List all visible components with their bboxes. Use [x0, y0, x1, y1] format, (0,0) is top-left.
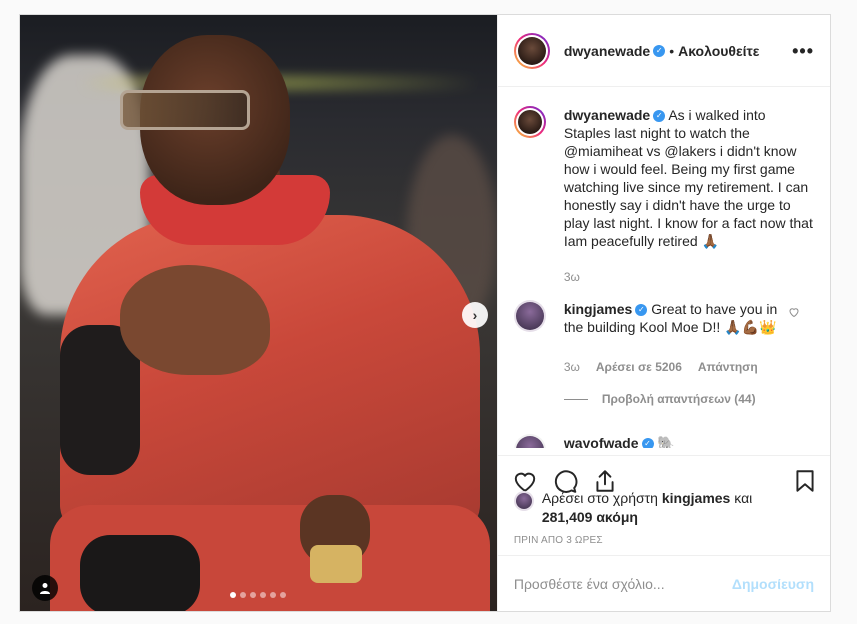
author-username[interactable]: dwyanewade: [564, 43, 650, 59]
post-header: dwyanewade ✓ • Ακολουθείτε •••: [497, 15, 830, 87]
header-text: dwyanewade ✓ • Ακολουθείτε: [564, 43, 760, 59]
caption: dwyanewade ✓ As i walked into Staples las…: [514, 106, 814, 286]
divider: [563, 398, 588, 400]
carousel-dot: [260, 592, 267, 598]
photo-shape: [80, 535, 200, 611]
reply-button[interactable]: Απάντηση: [698, 358, 758, 376]
caption-text: As i walked into Staples last night to w…: [563, 107, 813, 249]
photo-shape: [120, 90, 250, 130]
verified-icon: ✓: [635, 304, 648, 317]
verified-icon: ✓: [653, 110, 666, 123]
view-replies-label: Προβολή απαντήσεων (44): [601, 392, 756, 406]
post-photo[interactable]: ›: [20, 15, 497, 611]
carousel-indicator: [20, 592, 497, 598]
likes-prefix: Αρέσει στο χρήστη: [541, 490, 658, 506]
comment-time[interactable]: 3ω: [564, 358, 580, 376]
comment-item: kingjames ✓ Great to have you in the buil…: [513, 300, 814, 376]
post-sidebar: dwyanewade ✓ • Ακολουθείτε ••• dwyanewad…: [496, 15, 830, 611]
post-card: › dwyanewade ✓ • Ακολουθείτε ••• dwyanew…: [19, 14, 831, 612]
following-button[interactable]: Ακολουθείτε: [678, 43, 759, 59]
comment-username[interactable]: wayofwade: [564, 435, 639, 448]
caption-time[interactable]: 3ω: [564, 268, 580, 286]
view-replies-button[interactable]: Προβολή απαντήσεων (44): [563, 392, 814, 406]
likes-summary: Αρέσει στο χρήστη kingjames και 281,409 …: [513, 489, 814, 527]
liked-by-user[interactable]: kingjames: [662, 490, 730, 506]
comment-item: wayofwade ✓ 🐘: [513, 434, 814, 448]
likes-text: Αρέσει στο χρήστη kingjames και 281,409 …: [542, 489, 752, 527]
verified-icon: ✓: [641, 438, 654, 448]
avatar[interactable]: [513, 434, 546, 448]
likes-conjunction: και: [734, 490, 753, 506]
caption-username[interactable]: dwyanewade: [564, 107, 650, 123]
post-timestamp[interactable]: ΠΡΙΝ ΑΠΟ 3 ΩΡΕΣ: [514, 535, 603, 546]
add-comment-bar: Δημοσίευση: [497, 555, 830, 611]
verified-icon: ✓: [653, 44, 666, 57]
comments-list[interactable]: dwyanewade ✓ As i walked into Staples las…: [498, 88, 830, 448]
photo-shape: [310, 545, 362, 583]
likes-count[interactable]: 281,409 ακόμη: [542, 509, 638, 525]
comment-likes[interactable]: Αρέσει σε 5206: [596, 358, 682, 376]
more-options-icon[interactable]: •••: [792, 41, 814, 62]
separator: •: [669, 42, 675, 59]
like-comment-icon[interactable]: [788, 306, 800, 318]
carousel-dot: [250, 592, 257, 598]
avatar[interactable]: [514, 33, 550, 69]
carousel-dot: [230, 592, 237, 598]
chevron-right-icon: ›: [472, 307, 478, 323]
post-comment-button[interactable]: Δημοσίευση: [732, 576, 814, 592]
comment-text: 🐘: [657, 435, 675, 448]
comment-username[interactable]: kingjames: [564, 301, 632, 317]
avatar[interactable]: [514, 106, 546, 138]
carousel-dot: [270, 592, 277, 598]
comment-input[interactable]: [513, 575, 732, 592]
carousel-dot: [280, 592, 287, 598]
carousel-dot: [240, 592, 247, 598]
carousel-next-button[interactable]: ›: [462, 302, 488, 328]
avatar[interactable]: [513, 300, 546, 332]
avatar[interactable]: [513, 491, 534, 511]
